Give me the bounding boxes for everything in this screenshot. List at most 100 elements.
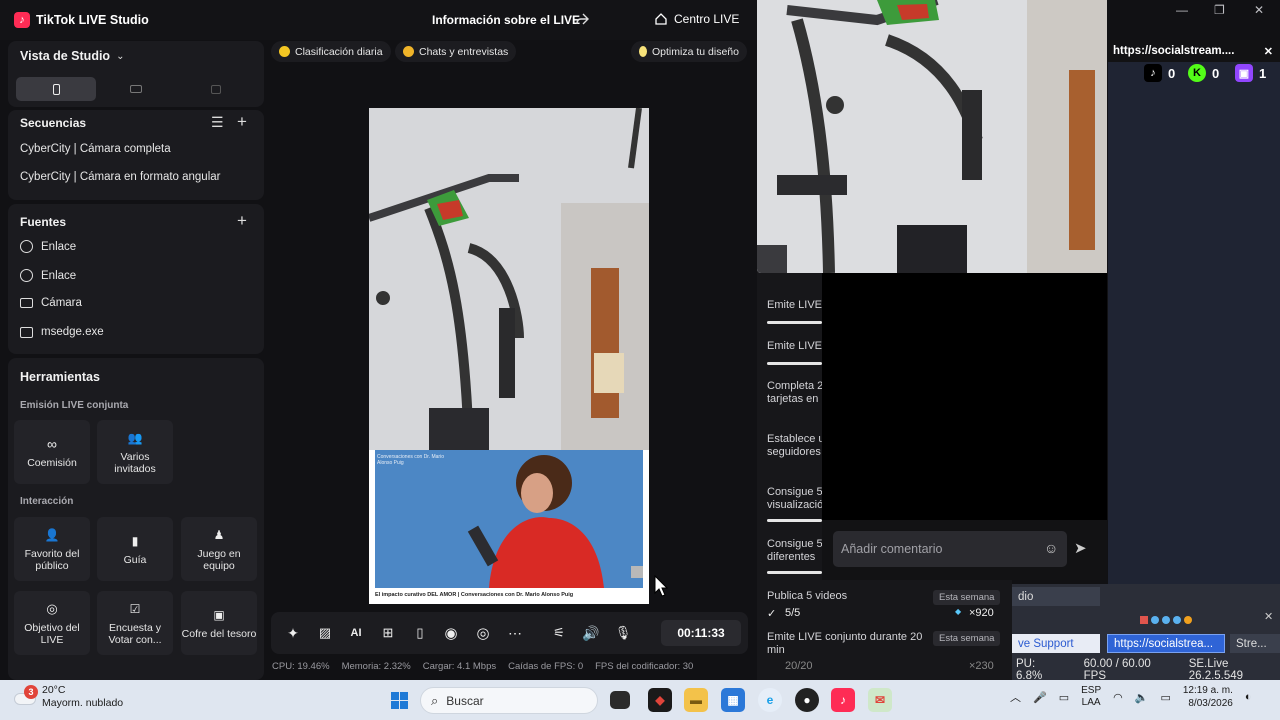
add-source-icon[interactable]: +: [237, 211, 247, 231]
users-icon: 👥: [127, 430, 143, 445]
taskbar-search[interactable]: ⌕ Buscar: [420, 687, 598, 714]
list-icon[interactable]: ☰: [211, 114, 224, 131]
tool-label: Juego en equipo: [197, 547, 241, 572]
more-icon[interactable]: ⋯: [507, 625, 523, 641]
source-item[interactable]: Enlace: [20, 269, 76, 282]
mission-text: Completa 2 tarjetas en: [767, 380, 824, 405]
optimize-layout-chip[interactable]: Optimiza tu diseño: [631, 41, 747, 62]
tools-title: Herramientas: [20, 370, 100, 384]
guide-tool[interactable]: ▮ Guía: [97, 517, 173, 581]
sequence-item[interactable]: CyberCity | Cámara completa: [20, 143, 171, 155]
mic-icon[interactable]: 🎤: [1033, 691, 1047, 704]
add-frame-icon[interactable]: ⊞: [380, 625, 396, 641]
obs-taskbar-icon[interactable]: ●: [795, 688, 819, 712]
poll-tool[interactable]: ☑ Encuesta y Votar con...: [97, 591, 173, 655]
dual-layout-button[interactable]: [176, 77, 256, 101]
coemission-tool[interactable]: ∞ Coemisión: [14, 420, 90, 484]
add-sequence-icon[interactable]: +: [237, 112, 247, 132]
close-icon[interactable]: ✕: [1264, 610, 1273, 623]
weather-widget[interactable]: 3 20°C Mayorm. nublado: [14, 684, 123, 710]
tiktok-counter: ♪ 0: [1144, 64, 1175, 82]
battery-icon[interactable]: ▭: [1160, 691, 1170, 704]
obs-support-button[interactable]: ve Support: [1012, 634, 1100, 653]
camera-feed-image: [369, 108, 649, 604]
chip-label: Chats y entrevistas: [419, 45, 509, 58]
mission-progress-bar: [767, 571, 822, 574]
comment-input[interactable]: Añadir comentario: [833, 531, 1067, 567]
mission-progress: 5/5: [785, 607, 801, 619]
search-label: Buscar: [446, 693, 484, 708]
sequence-item[interactable]: CyberCity | Cámara en formato angular: [20, 171, 221, 183]
mic-muted-icon[interactable]: 🎙: [615, 625, 632, 641]
landscape-icon: [130, 85, 142, 93]
ai-icon[interactable]: AI: [348, 625, 364, 641]
live-center-button[interactable]: Centro LIVE: [654, 12, 739, 26]
socialstream-url: https://socialstream....: [1113, 45, 1235, 57]
source-item[interactable]: msedge.exe: [20, 326, 104, 338]
treasure-chest-tool[interactable]: ▣ Cofre del tesoro: [181, 591, 257, 655]
obs-stream-button[interactable]: Stre...: [1230, 634, 1280, 653]
source-item[interactable]: Enlace: [20, 240, 76, 253]
user-star-icon: 👤: [44, 527, 60, 542]
live-goal-tool[interactable]: ◎ Objetivo del LIVE: [14, 591, 90, 655]
lang-code: ESP: [1081, 685, 1102, 696]
windows-start-icon[interactable]: [387, 688, 411, 712]
live-preview[interactable]: Conversaciones con Dr. Mario Alonso Puig…: [369, 108, 649, 604]
file-explorer-icon[interactable]: ▬: [684, 688, 708, 712]
tool-label: Cofre del tesoro: [181, 627, 257, 640]
emoji-icon: [403, 46, 414, 57]
time: 12:19 a. m.: [1182, 685, 1233, 696]
volume-icon[interactable]: 🔊: [582, 625, 599, 641]
landscape-layout-button[interactable]: [96, 77, 176, 101]
studio-view-dropdown[interactable]: Vista de Studio ⌄: [20, 49, 124, 63]
edge-icon[interactable]: e: [758, 688, 782, 712]
daily-ranking-chip[interactable]: Clasificación diaria: [271, 41, 391, 62]
media-icon[interactable]: ▨: [317, 625, 333, 641]
share-icon[interactable]: [575, 12, 589, 26]
replay-icon[interactable]: ◎: [475, 625, 491, 642]
chat-app-icon[interactable]: ✉: [868, 688, 892, 712]
tiktok-taskbar-icon[interactable]: ♪: [831, 688, 855, 712]
close-icon[interactable]: ✕: [1264, 45, 1273, 58]
store-icon[interactable]: ▦: [721, 688, 745, 712]
chevron-up-icon[interactable]: ︿: [1010, 689, 1021, 705]
language-indicator[interactable]: ESP LAA: [1081, 685, 1101, 709]
tool-label: Encuesta y Votar con...: [108, 621, 162, 646]
kick-count: 0: [1212, 65, 1220, 81]
task-view-icon[interactable]: [610, 691, 630, 709]
maximize-icon[interactable]: ❐: [1214, 3, 1225, 17]
minimize-icon[interactable]: —: [1176, 3, 1188, 17]
magic-wand-icon[interactable]: ✦: [285, 625, 301, 641]
multi-guest-tool[interactable]: 👥 Varios invitados: [97, 420, 173, 484]
camera-popup[interactable]: [757, 0, 1107, 273]
hand-icon: [279, 46, 290, 57]
clock[interactable]: 12:19 a. m. 8/03/2026: [1183, 684, 1233, 710]
source-item[interactable]: Cámara: [20, 297, 82, 309]
search-icon: ⌕: [431, 692, 439, 708]
team-game-tool[interactable]: ♟ Juego en equipo: [181, 517, 257, 581]
record-icon[interactable]: ◉: [443, 625, 459, 642]
settings-sliders-icon[interactable]: ⚟: [551, 625, 567, 641]
portrait-layout-button[interactable]: [16, 77, 96, 101]
live-info-title[interactable]: Información sobre el LIVE: [432, 13, 580, 27]
send-icon[interactable]: ➤: [1074, 539, 1087, 557]
weather-badge: 3: [24, 685, 38, 699]
obs-url-button[interactable]: https://socialstrea...: [1107, 634, 1225, 653]
source-label: Enlace: [41, 240, 77, 253]
emoji-icon[interactable]: ☺: [1044, 540, 1058, 556]
chest-icon: ▣: [213, 607, 225, 622]
display-icon[interactable]: ▭: [1059, 691, 1069, 704]
chats-chip[interactable]: Chats y entrevistas: [395, 41, 517, 62]
speaker-icon[interactable]: 🔈: [1135, 691, 1149, 704]
notification-icon[interactable]: ◐: [1245, 691, 1252, 703]
obs-audio-button[interactable]: dio: [1012, 587, 1100, 606]
wifi-icon[interactable]: ◠: [1113, 691, 1123, 704]
tiktok-count: 0: [1168, 65, 1176, 81]
audience-favorite-tool[interactable]: 👤 Favorito del público: [14, 517, 90, 581]
app-icon[interactable]: ◆: [648, 688, 672, 712]
temperature: 20°C: [42, 684, 66, 696]
mission-progress-bar: [767, 321, 822, 324]
close-icon[interactable]: ✕: [1254, 3, 1264, 17]
twitch-icon: ▣: [1235, 64, 1253, 82]
phone-icon[interactable]: ▯: [412, 625, 428, 641]
